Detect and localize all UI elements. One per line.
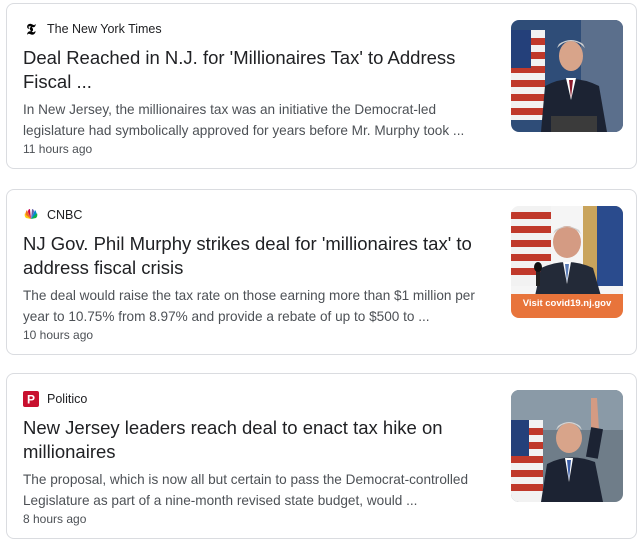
news-source: 𝕿 The New York Times (23, 20, 162, 38)
headline-link[interactable]: Deal Reached in N.J. for 'Millionaires T… (23, 46, 483, 94)
article-snippet: In New Jersey, the millionaires tax was … (23, 102, 465, 138)
news-feed: 𝕿 The New York Times Deal Reached in N.J… (0, 0, 640, 542)
svg-text:P: P (27, 393, 35, 407)
article-snippet: The proposal, which is now all but certa… (23, 472, 469, 508)
thumbnail-caption: Visit covid19.nj.gov (523, 298, 612, 309)
svg-text:𝕿: 𝕿 (26, 21, 36, 37)
source-name: CNBC (47, 208, 83, 222)
news-source: P Politico (23, 390, 87, 408)
politico-p-icon: P (23, 391, 39, 407)
article-thumbnail[interactable]: Visit covid19.nj.gov (511, 206, 623, 318)
headline-link[interactable]: NJ Gov. Phil Murphy strikes deal for 'mi… (23, 232, 483, 280)
news-card[interactable]: CNBC NJ Gov. Phil Murphy strikes deal fo… (6, 189, 637, 355)
source-name: The New York Times (47, 22, 162, 36)
nyt-logo-icon: 𝕿 (23, 21, 39, 37)
article-snippet: The deal would raise the tax rate on tho… (23, 288, 475, 324)
news-source: CNBC (23, 206, 82, 224)
article-thumbnail[interactable] (511, 20, 623, 132)
cnbc-peacock-icon (23, 207, 39, 223)
article-thumbnail[interactable] (511, 390, 623, 502)
timestamp: 11 hours ago (23, 142, 93, 156)
news-card[interactable]: 𝕿 The New York Times Deal Reached in N.J… (6, 3, 637, 169)
news-card[interactable]: P Politico New Jersey leaders reach deal… (6, 373, 637, 539)
source-name: Politico (47, 392, 88, 406)
timestamp: 10 hours ago (23, 328, 94, 342)
headline-link[interactable]: New Jersey leaders reach deal to enact t… (23, 416, 483, 464)
timestamp: 8 hours ago (23, 512, 87, 526)
